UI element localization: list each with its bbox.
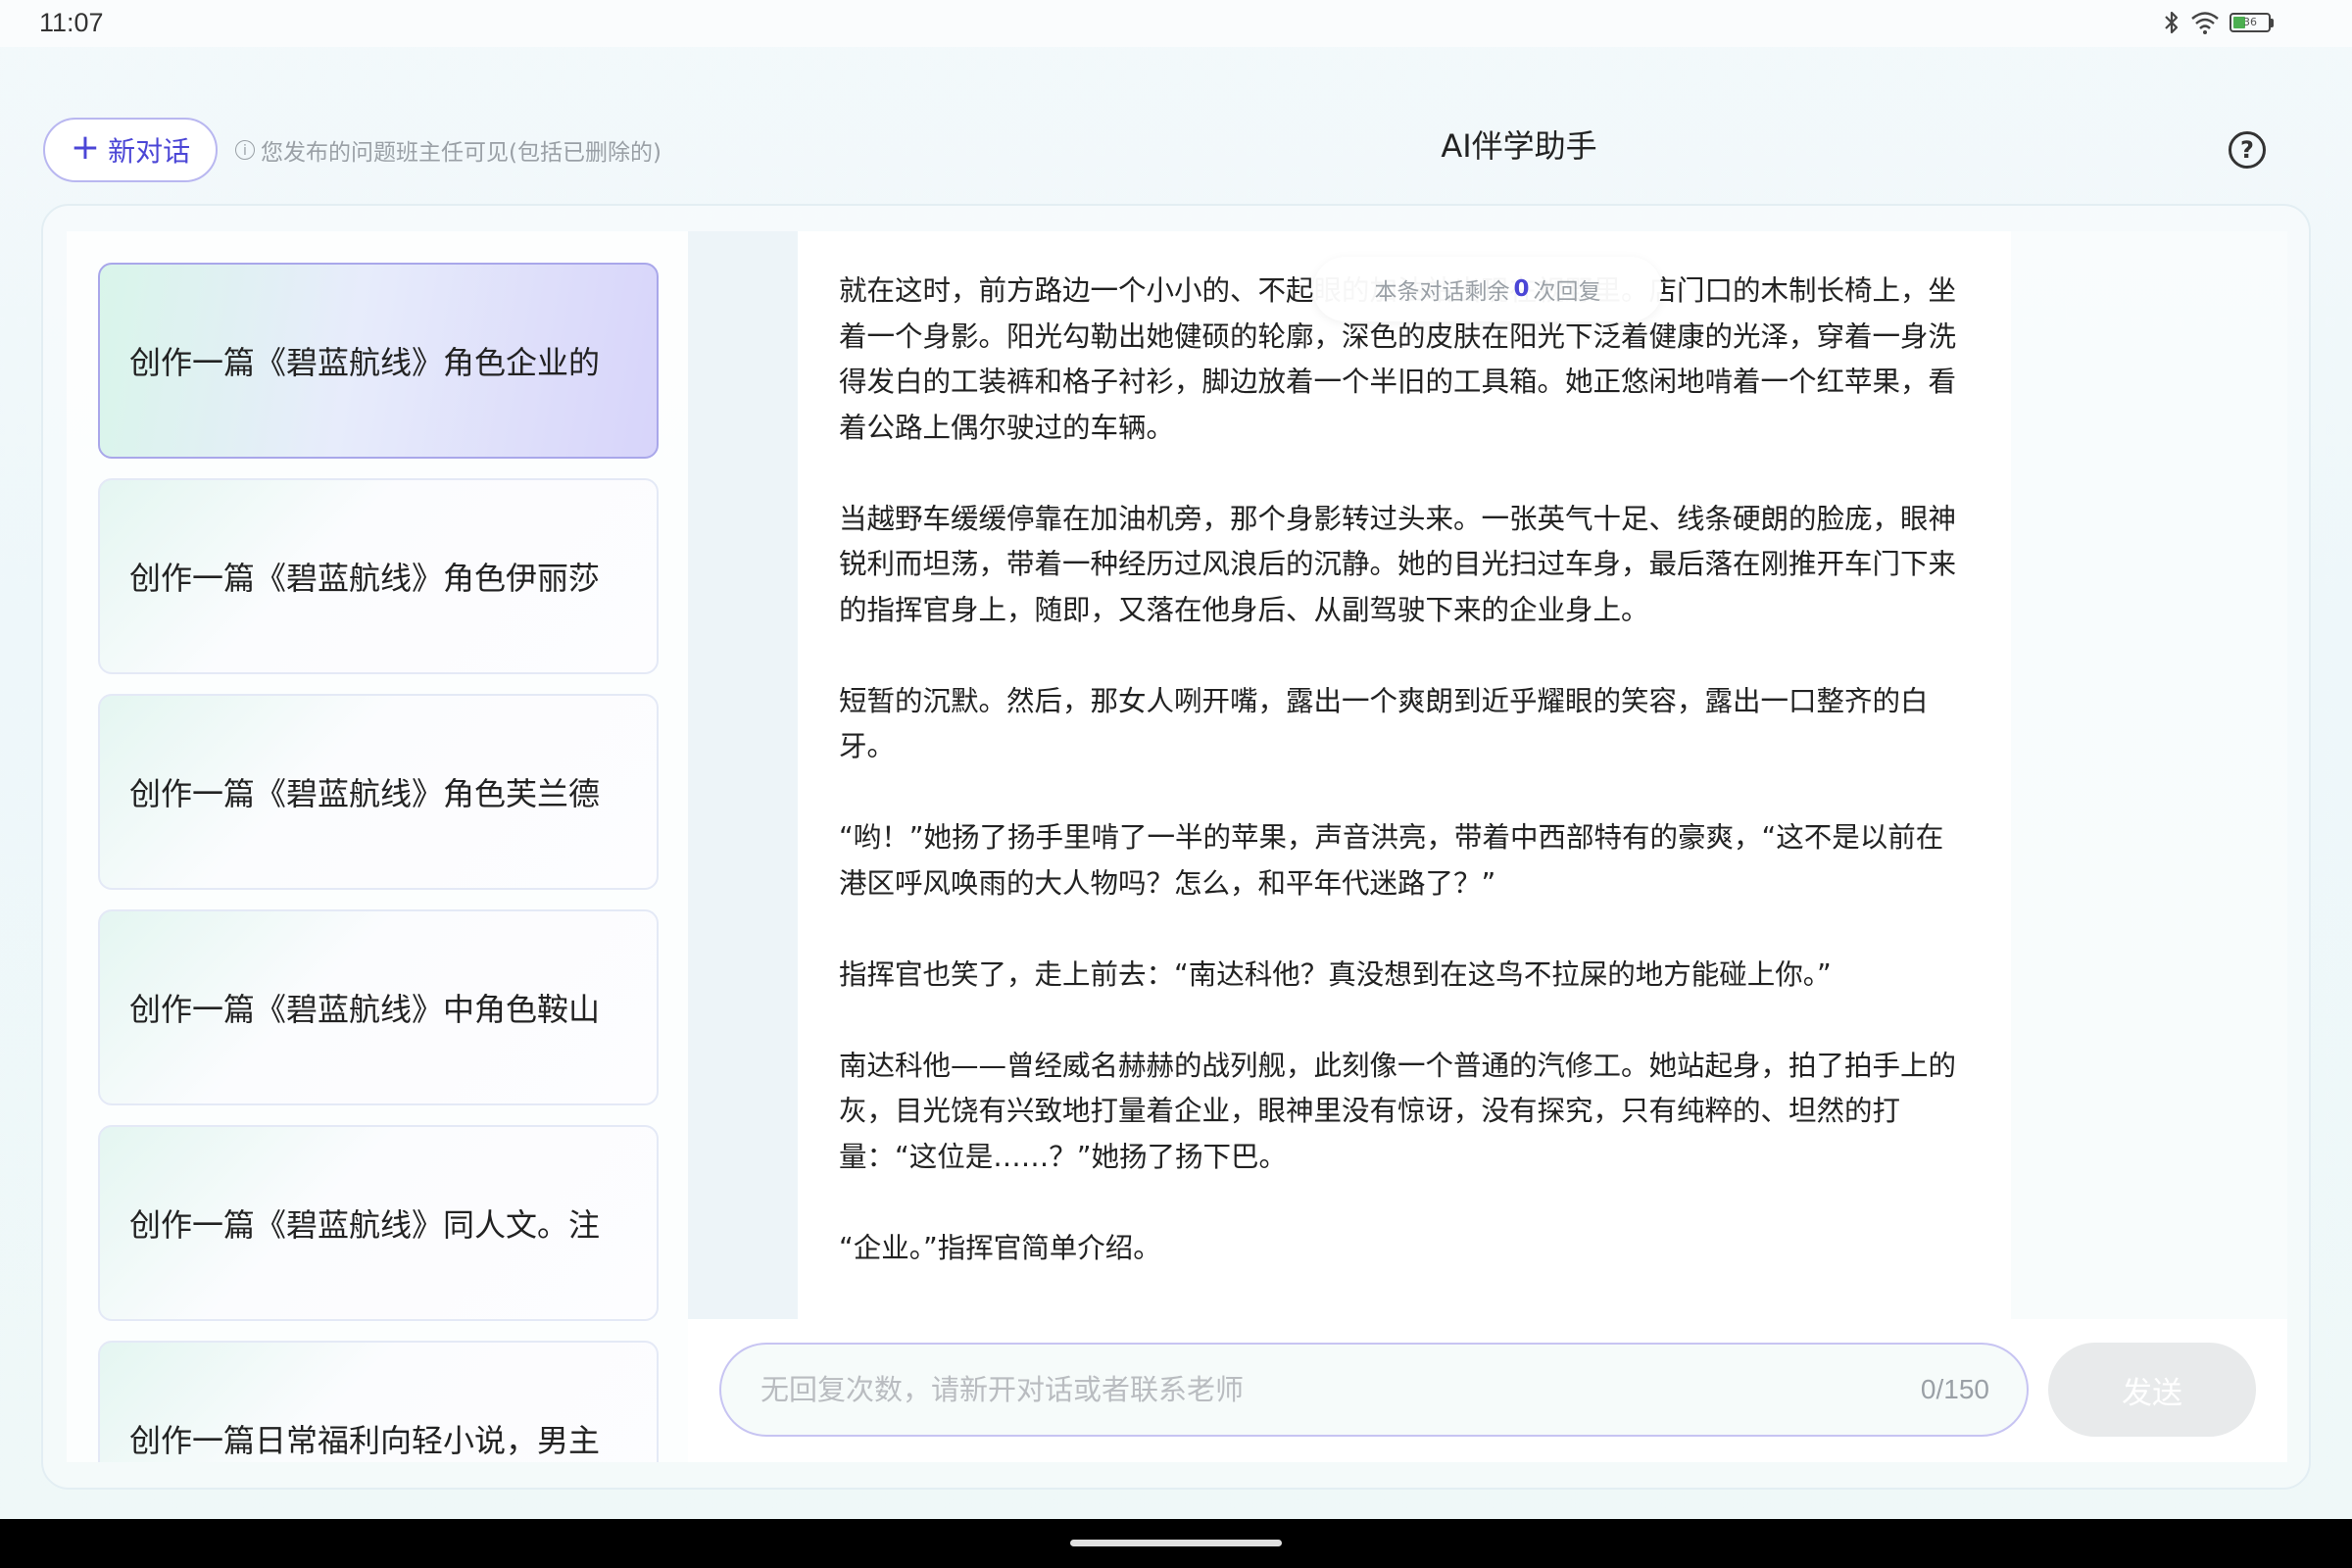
wifi-icon (2191, 12, 2219, 34)
message-input[interactable] (759, 1372, 1921, 1407)
message-paragraph: 当越野车缓缓停靠在加油机旁，那个身影转过头来。一张英气十足、线条硬朗的脸庞，眼神… (839, 502, 1957, 626)
page-title: AI伴学助手 (1441, 127, 1597, 165)
battery-icon: 36 (2230, 13, 2274, 32)
conversation-item[interactable]: 创作一篇《碧蓝航线》同人文。注 (98, 1125, 659, 1321)
status-time: 11:07 (39, 8, 104, 37)
remaining-suffix: 次回复 (1533, 279, 1601, 305)
message-paragraph: 南达科他——曾经威名赫赫的战列舰，此刻像一个普通的汽修工。她站起身，拍了拍手上的… (839, 1049, 1957, 1173)
remaining-replies-badge: 本条对话剩余 0 次回复 (1313, 257, 1662, 321)
send-button[interactable]: 发送 (2048, 1343, 2256, 1437)
bluetooth-icon (2165, 11, 2179, 34)
home-indicator[interactable] (1070, 1540, 1282, 1546)
conversation-item[interactable]: 创作一篇《碧蓝航线》角色伊丽莎 (98, 478, 659, 674)
status-bar: 11:07 36 (0, 0, 2352, 47)
conversation-item[interactable]: 创作一篇《碧蓝航线》角色芙兰德 (98, 694, 659, 890)
status-icons: 36 (2163, 10, 2274, 35)
chat-left-gutter (688, 231, 798, 1319)
remaining-prefix: 本条对话剩余 (1374, 279, 1510, 305)
info-icon: i (235, 140, 255, 160)
message-paragraph: 指挥官也笑了，走上前去：“南达科他？真没想到在这鸟不拉屎的地方能碰上你。” (839, 957, 1832, 991)
new-chat-label: 新对话 (108, 135, 191, 168)
battery-level: 36 (2243, 16, 2257, 28)
new-chat-button[interactable]: + 新对话 (43, 118, 218, 182)
help-icon[interactable]: ? (2229, 131, 2266, 169)
message-panel[interactable]: 就在这时，前方路边一个小小的、不起眼的加油站出现在视野里。店门口的木制长椅上，坐… (798, 231, 2011, 1319)
char-counter: 0/150 (1920, 1374, 1989, 1404)
conversation-item[interactable]: 创作一篇日常福利向轻小说，男主 (98, 1341, 659, 1462)
conversation-list[interactable]: 创作一篇《碧蓝航线》角色企业的 创作一篇《碧蓝航线》角色伊丽莎 创作一篇《碧蓝航… (67, 231, 688, 1462)
notice-text: 您发布的问题班主任可见(包括已删除的) (261, 140, 662, 166)
message-paragraph: 短暂的沉默。然后，那女人咧开嘴，露出一个爽朗到近乎耀眼的笑容，露出一口整齐的白牙… (839, 684, 1929, 763)
message-paragraph: “哟！”她扬了扬手里啃了一半的苹果，声音洪亮，带着中西部特有的豪爽，“这不是以前… (839, 821, 1944, 900)
conversation-item-active[interactable]: 创作一篇《碧蓝航线》角色企业的 (98, 263, 659, 459)
message-paragraph: “企业。”指挥官简单介绍。 (839, 1231, 1161, 1264)
remaining-count: 0 (1513, 276, 1530, 302)
visibility-notice: i 您发布的问题班主任可见(包括已删除的) (235, 133, 662, 167)
ai-response: 就在这时，前方路边一个小小的、不起眼的加油站出现在视野里。店门口的木制长椅上，坐… (839, 269, 1966, 1317)
conversation-item[interactable]: 创作一篇《碧蓝航线》中角色鞍山 (98, 909, 659, 1105)
message-input-box[interactable]: 0/150 (719, 1343, 2029, 1437)
plus-icon: + (70, 127, 101, 168)
